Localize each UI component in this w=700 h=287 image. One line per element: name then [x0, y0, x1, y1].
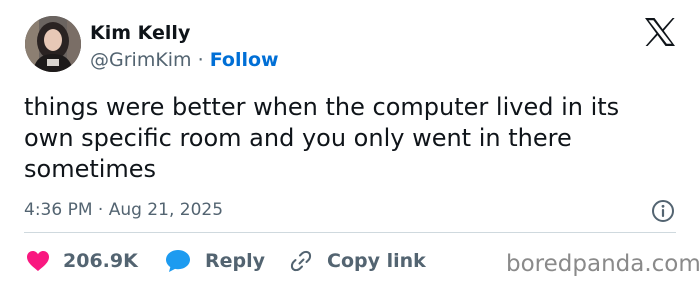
like-count: 206.9K	[63, 250, 138, 272]
link-icon	[290, 250, 312, 272]
follow-link[interactable]: Follow	[210, 49, 279, 71]
author-handle[interactable]: @GrimKim	[90, 49, 192, 71]
copy-link-label: Copy link	[327, 250, 426, 272]
handle-separator: ·	[197, 49, 204, 71]
info-icon[interactable]	[651, 199, 675, 223]
reply-button[interactable]: Reply	[165, 248, 265, 274]
divider	[24, 232, 676, 233]
author-handle-row: @GrimKim · Follow	[90, 48, 279, 72]
reply-label: Reply	[205, 250, 266, 272]
heart-icon	[27, 251, 49, 271]
watermark: boredpanda.com	[506, 251, 700, 277]
tweet-timestamp[interactable]: 4:36 PM · Aug 21, 2025	[24, 199, 223, 221]
speech-bubble-icon	[166, 250, 190, 272]
x-logo-icon[interactable]	[644, 17, 676, 47]
avatar[interactable]	[25, 16, 81, 72]
author-display-name[interactable]: Kim Kelly	[90, 21, 190, 45]
copy-link-button[interactable]: Copy link	[289, 248, 426, 274]
like-button[interactable]: 206.9K	[26, 248, 138, 274]
tweet-text: things were better when the computer liv…	[24, 93, 620, 183]
